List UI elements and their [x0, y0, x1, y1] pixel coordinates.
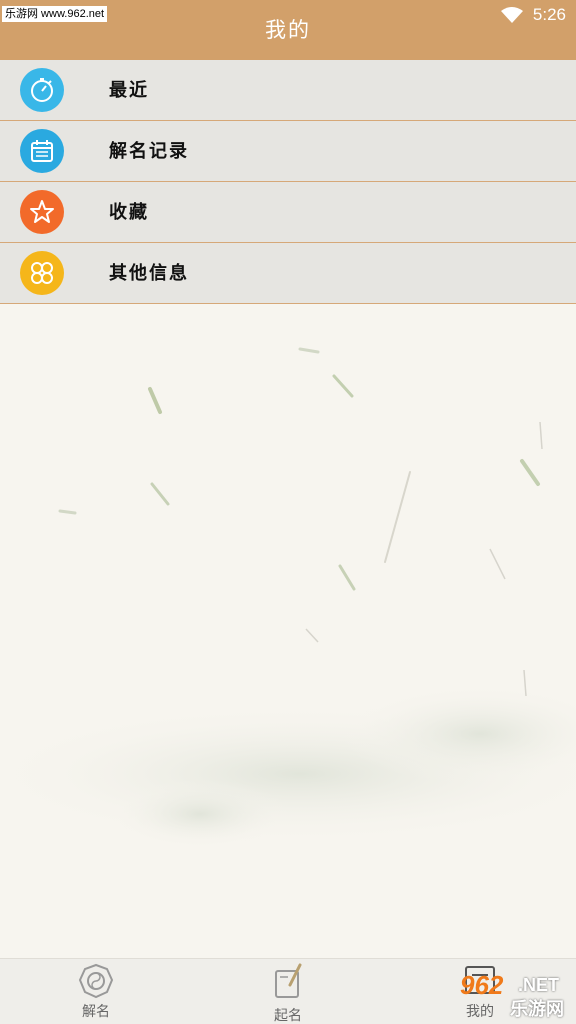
menu-item-other-info[interactable]: 其他信息 — [0, 243, 576, 304]
wifi-icon — [500, 7, 523, 23]
menu-label: 最近 — [109, 80, 149, 101]
menu-item-favorites[interactable]: 收藏 — [0, 182, 576, 243]
menu-label: 解名记录 — [109, 141, 189, 162]
grid-flower-icon — [20, 251, 64, 295]
nav-label: 起名 — [274, 1008, 302, 1024]
app-header: 乐游网 www.962.net 我的 5:26 — [0, 0, 576, 60]
calendar-icon — [20, 129, 64, 173]
site-watermark: 962 .NET 乐游网 — [460, 970, 570, 1020]
menu-label: 其他信息 — [109, 263, 189, 284]
watermark-number: 962 — [460, 970, 504, 1000]
status-time: 5:26 — [532, 5, 566, 24]
star-icon — [20, 190, 64, 234]
menu-list: 最近 解名记录 收藏 其他信息 — [0, 60, 576, 304]
nav-tab-jieming[interactable]: 解名 — [36, 959, 156, 1024]
bagua-icon — [78, 963, 114, 999]
nav-tab-qiming[interactable]: 起名 — [228, 959, 348, 1024]
menu-item-recent[interactable]: 最近 — [0, 60, 576, 121]
stopwatch-icon — [20, 68, 64, 112]
status-bar: 5:26 — [500, 4, 566, 26]
background-decoration — [0, 347, 576, 849]
menu-label: 收藏 — [109, 202, 149, 223]
page-title: 我的 — [265, 18, 311, 42]
watermark-cn: 乐游网 — [510, 999, 564, 1020]
nav-label: 解名 — [82, 1004, 110, 1020]
menu-item-history[interactable]: 解名记录 — [0, 121, 576, 182]
watermark-domain: .NET — [518, 975, 560, 995]
book-brush-icon — [275, 963, 302, 998]
